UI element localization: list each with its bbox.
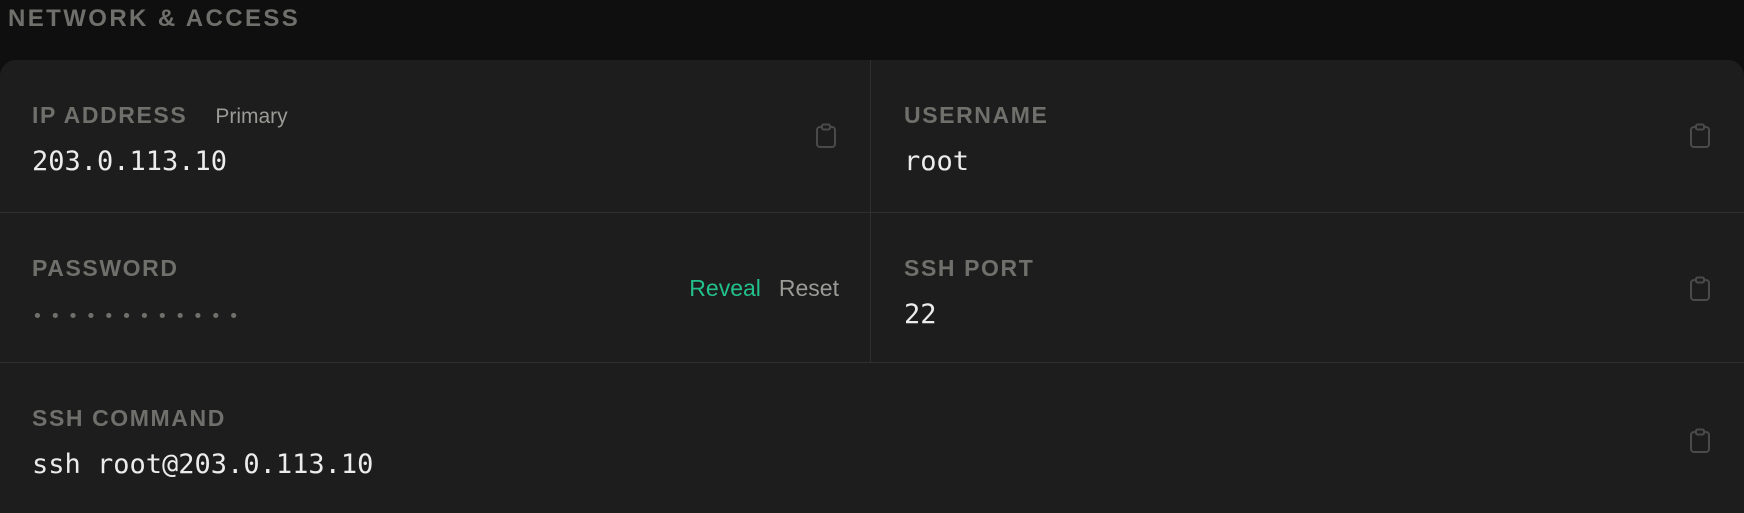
password-label-row: PASSWORD xyxy=(32,255,179,281)
username-value: root xyxy=(904,146,970,177)
ip-address-label-row: IP ADDRESS Primary xyxy=(32,102,288,130)
ssh-command-label-row: SSH COMMAND xyxy=(32,405,226,431)
reveal-password-button[interactable]: Reveal xyxy=(689,275,761,301)
clipboard-icon xyxy=(1690,428,1710,453)
password-actions: Reveal Reset xyxy=(689,275,839,301)
password-field: PASSWORD •••••••••••• Reveal Reset xyxy=(0,213,871,363)
section-title: NETWORK & ACCESS xyxy=(8,5,301,32)
ssh-command-value: ssh root@203.0.113.10 xyxy=(32,449,374,480)
ip-address-field: IP ADDRESS Primary 203.0.113.10 xyxy=(0,60,871,213)
primary-tag: Primary xyxy=(215,105,288,128)
ssh-command-field: SSH COMMAND ssh root@203.0.113.10 xyxy=(0,363,1744,513)
ssh-port-value: 22 xyxy=(904,299,937,330)
copy-ip-address-button[interactable] xyxy=(815,123,837,149)
ip-address-label: IP ADDRESS xyxy=(32,102,188,128)
username-label-row: USERNAME xyxy=(904,102,1048,128)
ssh-port-label-row: SSH PORT xyxy=(904,255,1034,281)
reset-password-button[interactable]: Reset xyxy=(779,275,839,301)
copy-username-button[interactable] xyxy=(1689,123,1711,149)
clipboard-icon xyxy=(816,123,836,148)
network-access-section: NETWORK & ACCESS IP ADDRESS Primary 203.… xyxy=(0,0,1744,513)
clipboard-icon xyxy=(1690,276,1710,301)
ssh-port-label: SSH PORT xyxy=(904,255,1035,281)
password-masked-value: •••••••••••• xyxy=(32,306,247,327)
ssh-command-label: SSH COMMAND xyxy=(32,405,226,431)
username-label: USERNAME xyxy=(904,102,1049,128)
network-access-panel: IP ADDRESS Primary 203.0.113.10 USERNAME… xyxy=(0,60,1744,513)
password-label: PASSWORD xyxy=(32,255,179,281)
ip-address-value: 203.0.113.10 xyxy=(32,146,228,177)
username-field: USERNAME root xyxy=(871,60,1744,213)
ssh-port-field: SSH PORT 22 xyxy=(871,213,1744,363)
clipboard-icon xyxy=(1690,123,1710,148)
copy-ssh-command-button[interactable] xyxy=(1689,428,1711,454)
copy-ssh-port-button[interactable] xyxy=(1689,276,1711,302)
